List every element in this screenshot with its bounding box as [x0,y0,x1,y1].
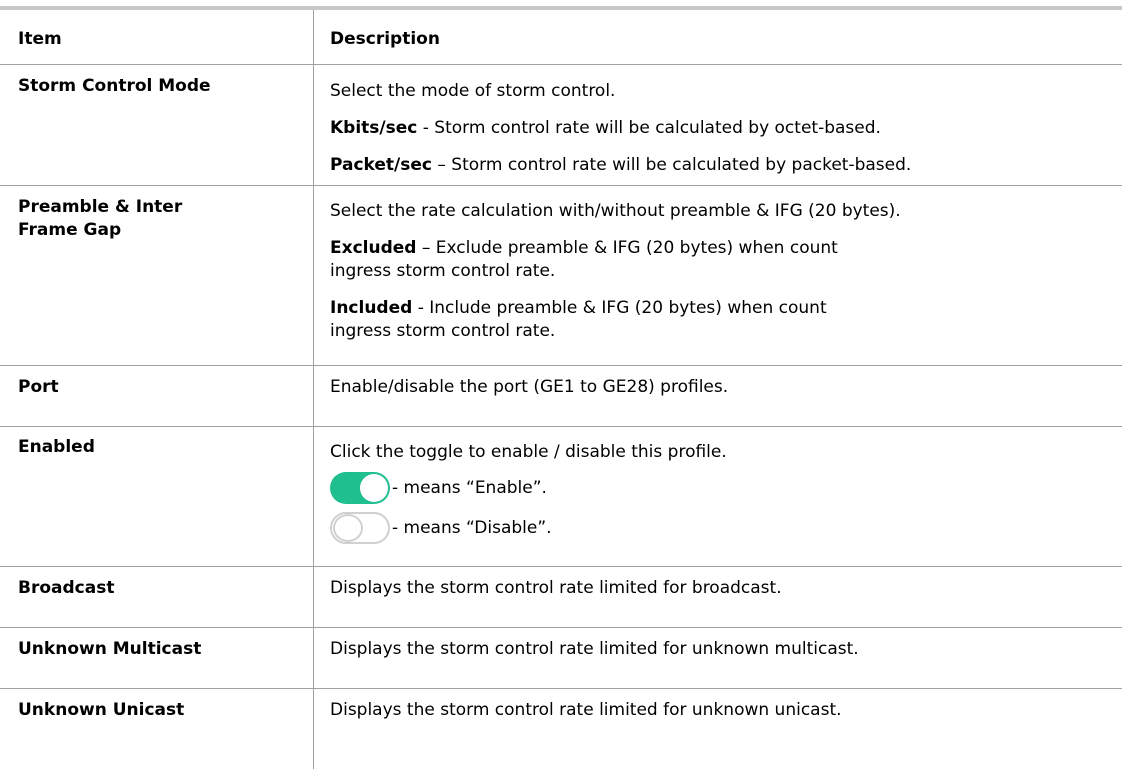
row-item-unknown-unicast: Unknown Unicast [18,700,185,720]
description-table: Item Description Storm Control Mode Sele… [0,0,1122,769]
option-term: Packet/sec [330,155,432,175]
option-term: Excluded [330,238,417,258]
toggle-off-text: - means “Disable”. [392,517,552,538]
row-desc-broadcast: Displays the storm control rate limited … [330,578,782,598]
toggle-off-example: - means “Disable”. [330,510,1110,546]
row-divider [0,185,1122,186]
header-item: Item [18,29,62,49]
row-desc-enabled: Click the toggle to enable / disable thi… [330,441,1110,550]
row-desc-unknown-multicast: Displays the storm control rate limited … [330,639,859,659]
toggle-on-example: - means “Enable”. [330,470,1110,506]
row-item-port: Port [18,377,59,397]
desc-option: Kbits/sec - Storm control rate will be c… [330,117,1110,140]
option-term: Included [330,298,413,318]
option-term: Kbits/sec [330,118,418,138]
row-divider [0,688,1122,689]
desc-intro: Click the toggle to enable / disable thi… [330,442,727,462]
row-desc-storm-control-mode: Select the mode of storm control. Kbits/… [330,80,1110,191]
toggle-on-text: - means “Enable”. [392,477,547,498]
row-item-storm-control-mode: Storm Control Mode [18,76,211,96]
header-description: Description [330,29,440,49]
row-item-broadcast: Broadcast [18,578,115,598]
row-item-enabled: Enabled [18,437,95,457]
row-desc-port: Enable/disable the port (GE1 to GE28) pr… [330,377,729,397]
row-divider [0,627,1122,628]
column-divider [313,10,314,769]
item-line: Frame Gap [18,220,122,240]
row-item-unknown-multicast: Unknown Multicast [18,639,202,659]
desc-intro: Select the rate calculation with/without… [330,201,901,221]
table-top-rule [0,6,1122,10]
row-desc-unknown-unicast: Displays the storm control rate limited … [330,700,842,720]
toggle-on-icon [330,472,390,504]
desc-option: Included - Include preamble & IFG (20 by… [330,297,890,343]
item-line: Preamble & Inter [18,197,183,217]
desc-intro: Select the mode of storm control. [330,81,616,101]
row-divider [0,426,1122,427]
row-divider [0,566,1122,567]
row-item-preamble-ifg: Preamble & Inter Frame Gap [18,196,298,242]
desc-option: Packet/sec – Storm control rate will be … [330,154,1110,177]
header-divider [0,64,1122,65]
toggle-off-icon [330,512,390,544]
row-desc-preamble-ifg: Select the rate calculation with/without… [330,200,901,357]
option-text: - Storm control rate will be calculated … [417,118,881,138]
desc-option: Excluded – Exclude preamble & IFG (20 by… [330,237,890,283]
option-text: – Storm control rate will be calculated … [432,155,912,175]
row-divider [0,365,1122,366]
